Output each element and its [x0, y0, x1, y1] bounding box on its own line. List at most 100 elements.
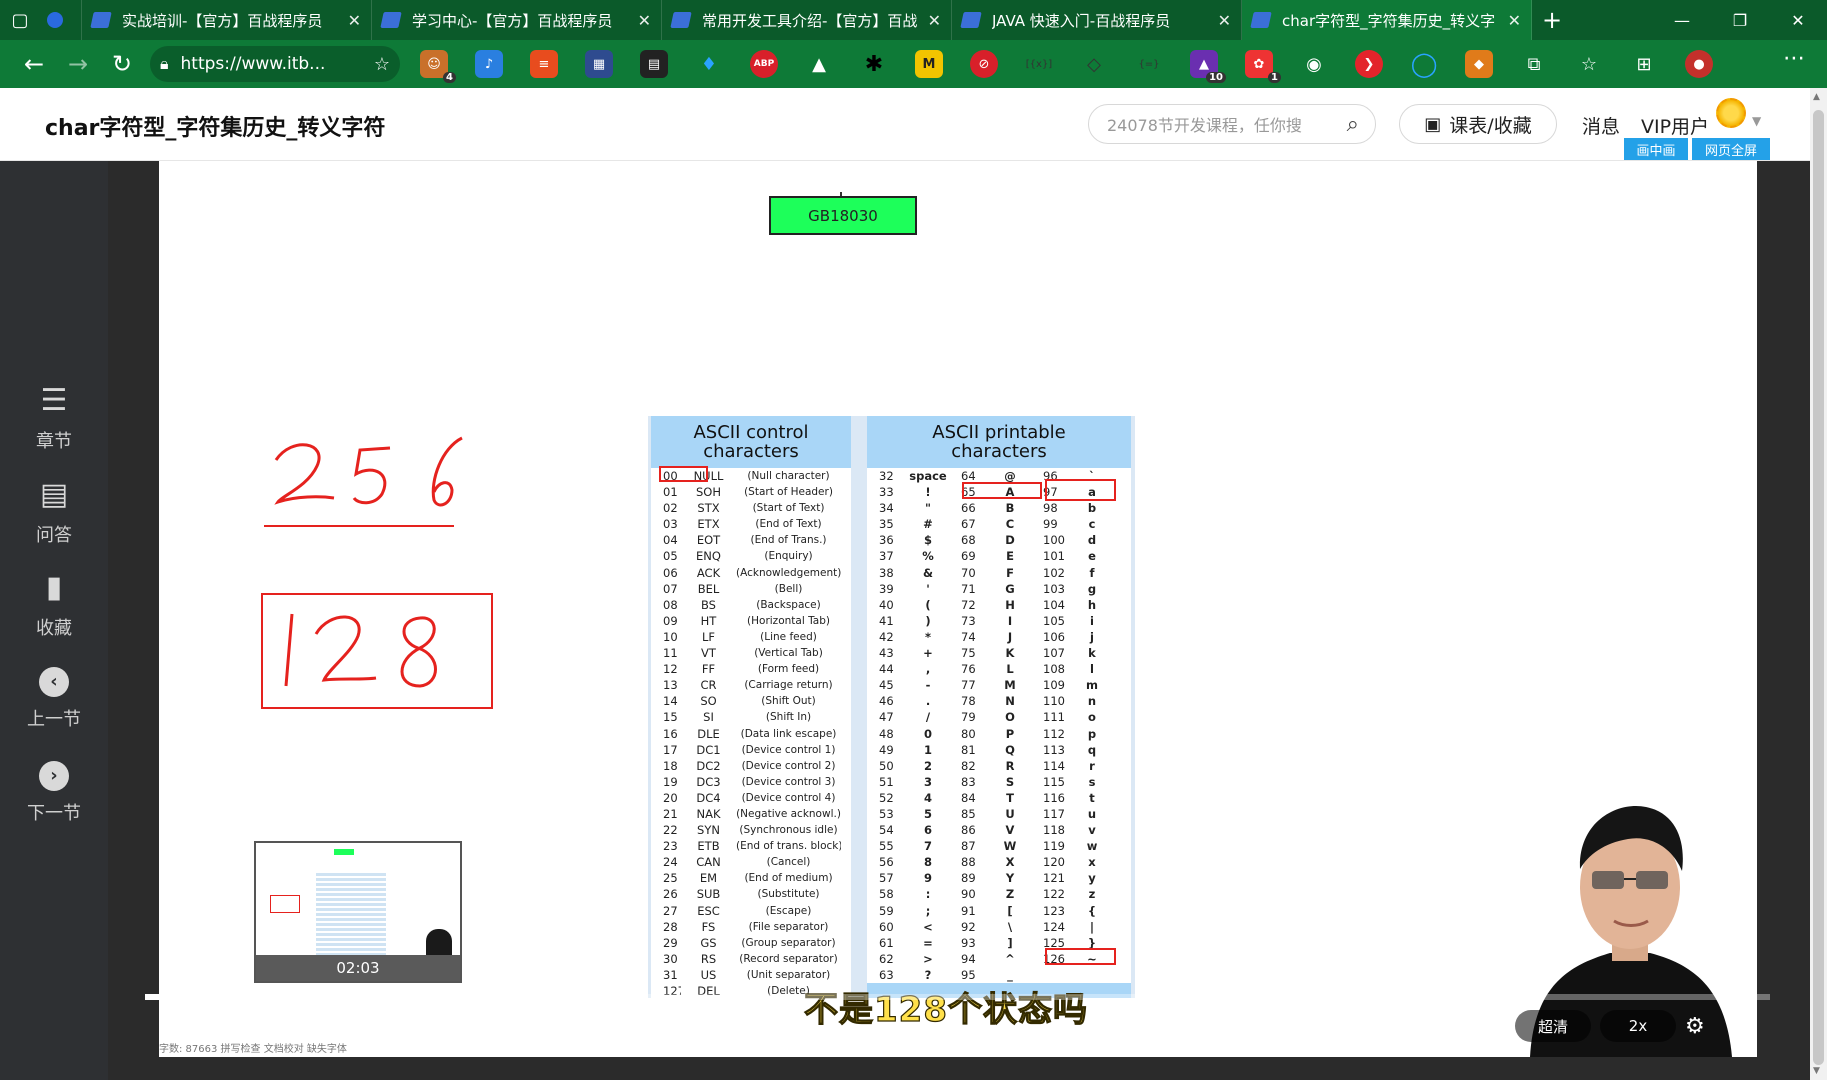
printable-char: +	[923, 646, 933, 661]
more-menu-icon[interactable]: ⋯	[1783, 46, 1805, 71]
profile-ext-icon[interactable]: ●	[1685, 50, 1713, 78]
rail-chapters[interactable]: ☰ 章节	[0, 383, 108, 453]
puzzle2-ext-icon[interactable]: ✿ 1	[1245, 50, 1281, 83]
refresh-icon[interactable]: ↻	[100, 44, 144, 84]
grid-ext-icon[interactable]: ▦	[585, 50, 613, 78]
mountain-ext-icon[interactable]: ▲	[805, 50, 833, 78]
scrollbar[interactable]: ▲ ▼	[1810, 88, 1827, 1080]
seek-bar[interactable]	[145, 989, 1770, 1005]
rail-qa[interactable]: ▤ 问答	[0, 477, 108, 547]
favorites-ext-icon[interactable]: ☆	[1575, 50, 1603, 78]
ring-ext-icon[interactable]: ◯	[1410, 50, 1438, 78]
fox-ext-icon[interactable]: ◆	[1465, 50, 1493, 78]
close-icon[interactable]: ✕	[348, 11, 361, 30]
volume-icon[interactable]: 🔊︎	[1467, 1016, 1480, 1040]
abp-ext-icon[interactable]: ABP	[750, 50, 778, 78]
printable-code: 107	[1043, 646, 1065, 661]
close-icon[interactable]: ✕	[1218, 11, 1231, 30]
note-ext-icon[interactable]: ≡	[530, 50, 558, 78]
brackets-ext-icon[interactable]: [{x}]	[1025, 50, 1053, 78]
tab-4[interactable]: JAVA 快速入门-百战程序员 ✕	[952, 0, 1242, 40]
printable-char: {	[1087, 903, 1097, 918]
new-tab-button[interactable]: +	[1532, 0, 1572, 40]
favorite-star-icon[interactable]: ☆	[374, 54, 390, 75]
rail-next-lesson[interactable]: › 下一节	[0, 761, 108, 825]
printable-code: 102	[1043, 565, 1065, 580]
page-fullscreen-button[interactable]: 网页全屏	[1692, 138, 1770, 160]
diamond2-ext-icon[interactable]: ◇	[1080, 50, 1108, 78]
tab-2[interactable]: 学习中心-【官方】百战程序员 ✕	[372, 0, 662, 40]
diamond-ext-icon[interactable]: ♦	[695, 50, 723, 78]
code-ext-icon[interactable]: {=}	[1135, 50, 1163, 78]
window-close-icon[interactable]: ✕	[1769, 0, 1827, 40]
close-icon[interactable]: ✕	[638, 11, 651, 30]
control-desc: (Backspace)	[756, 598, 821, 611]
vip-medal-icon	[1716, 98, 1746, 128]
scrollbar-thumb[interactable]	[1813, 110, 1824, 1065]
back-icon[interactable]: ←	[12, 44, 56, 84]
scroll-up-icon[interactable]: ▲	[1813, 92, 1820, 102]
camera-ext-icon[interactable]: ◉	[1300, 50, 1328, 78]
printable-char: $	[923, 533, 932, 548]
control-code: 07	[663, 581, 678, 596]
control-code: 02	[663, 501, 678, 516]
tab-1[interactable]: 实战培训-【官方】百战程序员 ✕	[82, 0, 372, 40]
address-bar[interactable]: 🔒︎ https://www.itb... ☆	[150, 46, 400, 82]
lock-icon: 🔒︎	[160, 54, 169, 73]
speed-button[interactable]: 2x	[1600, 1010, 1676, 1042]
vip-label[interactable]: VIP用户	[1641, 112, 1709, 139]
control-title-line1: ASCII control	[693, 422, 809, 443]
messages-link[interactable]: 消息	[1582, 112, 1620, 139]
ascii-table: ASCII control characters 00 NULL (Null cha…	[648, 416, 1135, 1000]
chevron-down-icon[interactable]: ▼	[1752, 114, 1761, 128]
printable-code: 36	[879, 533, 894, 548]
control-code: 29	[663, 935, 678, 950]
tab-active[interactable]: char字符型_字符集历史_转义字 ✕	[1242, 0, 1532, 40]
m-ext-icon[interactable]: M	[915, 50, 943, 78]
hat-ext-icon[interactable]: ▲ 10	[1190, 50, 1226, 83]
collections-ext-icon[interactable]: ⊞	[1630, 50, 1658, 78]
restore-icon[interactable]: ❐	[1711, 0, 1769, 40]
printable-code: 80	[961, 726, 976, 741]
control-code: 31	[663, 967, 678, 982]
control-row: 19 DC3 (Device control 3)	[651, 774, 851, 790]
rail-bookmark[interactable]: ▮ 收藏	[0, 570, 108, 640]
asterisk-ext-icon[interactable]: ✱	[860, 50, 888, 78]
circle-ext-icon[interactable]: ❯	[1355, 50, 1383, 78]
tab-3[interactable]: 常用开发工具介绍-【官方】百战 ✕	[662, 0, 952, 40]
control-code: 24	[663, 855, 678, 870]
fullscreen-icon[interactable]: ⛶	[1729, 1014, 1744, 1039]
tab-pinned[interactable]	[40, 0, 82, 40]
control-code: 04	[663, 533, 678, 548]
face-ext-icon[interactable]: ☺ 4	[420, 50, 456, 83]
printable-char: E	[1006, 549, 1014, 564]
close-icon[interactable]: ✕	[928, 11, 941, 30]
forward-icon[interactable]: →	[56, 44, 100, 84]
seek-bar-handle[interactable]	[358, 989, 374, 1005]
quality-button[interactable]: 超清	[1515, 1010, 1591, 1042]
printable-code: 63	[879, 967, 894, 982]
course-favorites-button[interactable]: ▣ 课表/收藏	[1399, 104, 1557, 144]
printable-code: 58	[879, 887, 894, 902]
calc-ext-icon[interactable]: ▤	[640, 50, 668, 78]
control-code: 30	[663, 951, 678, 966]
printable-char: !	[925, 485, 931, 500]
search-input[interactable]: 24078节开发课程，任你搜 ⌕	[1088, 104, 1376, 144]
control-row: 21 NAK (Negative acknowl.)	[651, 806, 851, 822]
minimize-icon[interactable]: —	[1653, 0, 1711, 40]
block-ext-icon[interactable]: ⊘	[970, 50, 998, 78]
scroll-down-icon[interactable]: ▼	[1813, 1066, 1820, 1076]
sidebar-toggle-icon[interactable]: ▢	[0, 0, 40, 40]
play-icon[interactable]	[167, 1018, 183, 1038]
settings-gear-icon[interactable]: ⚙	[1685, 1014, 1705, 1039]
rail-prev-lesson[interactable]: ‹ 上一节	[0, 667, 108, 731]
control-abbr: RS	[700, 951, 717, 966]
printable-code: 62	[879, 951, 894, 966]
printable-code: 124	[1043, 919, 1065, 934]
tiktok-ext-icon[interactable]: ♪	[475, 50, 503, 78]
pip-button[interactable]: 画中画	[1624, 138, 1688, 160]
search-icon[interactable]: ⌕	[1347, 112, 1359, 137]
control-desc: (Vertical Tab)	[754, 647, 823, 660]
close-icon[interactable]: ✕	[1508, 11, 1521, 30]
puzzle-ext-icon[interactable]: ⧉	[1520, 50, 1548, 78]
